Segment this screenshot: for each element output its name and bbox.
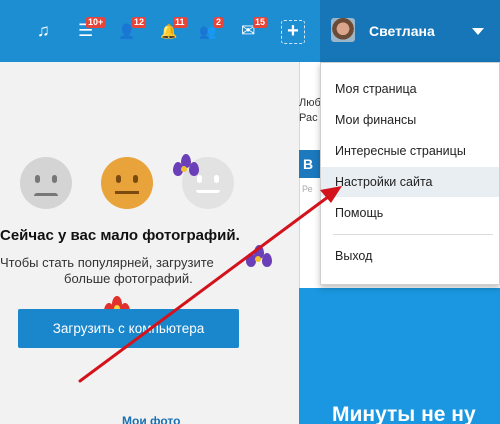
annotation-arrow [78,186,342,383]
